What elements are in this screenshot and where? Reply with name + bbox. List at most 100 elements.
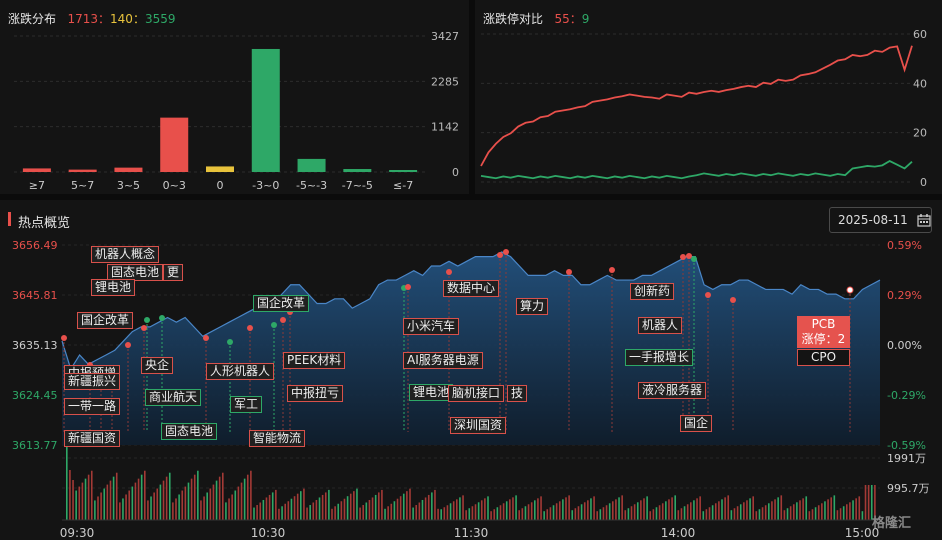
tag-dot <box>159 315 165 321</box>
tag-dot <box>141 325 147 331</box>
volume-bar <box>690 502 692 520</box>
tag-dot <box>846 286 854 294</box>
volume-bar <box>718 501 720 520</box>
concept-tag[interactable]: 央企 <box>141 357 174 374</box>
volume-bar <box>562 499 564 520</box>
volume-bar <box>786 508 789 520</box>
concept-tag[interactable]: 商业航天 <box>145 389 202 406</box>
volume-bar <box>206 492 208 520</box>
concept-tag[interactable]: 国企改革 <box>77 312 134 329</box>
bar <box>343 169 372 172</box>
concept-tag[interactable]: PEEK材料 <box>283 352 346 369</box>
cpo-tag[interactable]: CPO <box>797 349 850 366</box>
volume-bar <box>378 492 380 520</box>
volume-bar <box>399 496 402 520</box>
volume-bar <box>724 497 726 520</box>
concept-tag[interactable]: 固态电池 <box>161 423 218 440</box>
volume-bar <box>852 500 854 520</box>
volume-bar <box>596 511 598 520</box>
concept-tag[interactable]: 一手报增长 <box>625 349 694 366</box>
concept-tag[interactable]: 脑机接口 <box>448 385 505 402</box>
volume-bar <box>708 507 711 520</box>
volume-bar <box>705 509 708 520</box>
concept-tag[interactable]: 数据中心 <box>443 280 500 297</box>
volume-bar <box>764 505 767 520</box>
concept-tag[interactable]: 新疆国资 <box>64 430 121 447</box>
volume-bar <box>187 482 190 520</box>
limit-panel: 涨跌停对比 55：9 60 40 20 0 <box>475 0 942 194</box>
volume-bar <box>830 497 832 520</box>
concept-tag[interactable]: 新疆振兴 <box>64 373 121 390</box>
volume-bar <box>340 501 343 520</box>
volume-bar <box>431 492 433 520</box>
tag-dot <box>680 254 686 260</box>
concept-tag[interactable]: 创新药 <box>630 283 675 300</box>
volume-bar <box>683 506 686 520</box>
volume-bar <box>612 501 614 520</box>
volume-bar <box>290 498 293 520</box>
concept-tag[interactable]: 军工 <box>230 396 263 413</box>
volume-bar <box>72 480 74 520</box>
volume-bar <box>583 502 586 520</box>
volume-bar <box>337 503 340 520</box>
tag-dot <box>280 317 286 323</box>
concept-tag[interactable]: 一带一路 <box>64 398 121 415</box>
volume-bar <box>761 507 764 520</box>
volume-bar <box>527 504 530 520</box>
volume-bar <box>824 501 826 520</box>
concept-tag[interactable]: 小米汽车 <box>403 318 460 335</box>
volume-bar <box>381 489 383 520</box>
concept-tag[interactable]: 液冷服务器 <box>638 382 707 399</box>
volume-bar <box>315 499 318 520</box>
bar <box>160 117 189 172</box>
bar <box>22 168 51 172</box>
volume-bar <box>303 488 305 520</box>
volume-bar <box>789 506 792 520</box>
concept-tag[interactable]: 国企 <box>680 415 713 432</box>
concept-tag[interactable]: 锂电池 <box>409 384 454 401</box>
volume-bar <box>849 502 851 520</box>
volume-bar <box>359 507 361 520</box>
concept-tag[interactable]: 国企改革 <box>253 295 310 312</box>
volume-bar <box>228 498 230 520</box>
concept-tag[interactable]: 人形机器人 <box>206 363 275 380</box>
concept-tag[interactable]: 机器人 <box>638 317 683 334</box>
concept-tag[interactable]: 算力 <box>516 298 549 315</box>
volume-bar <box>112 476 115 520</box>
volume-bar <box>602 507 605 520</box>
concept-tag[interactable]: 锂电池 <box>91 279 136 296</box>
volume-bar <box>349 493 352 520</box>
volume-bar <box>855 498 857 520</box>
concept-tag[interactable]: 更 <box>163 264 184 281</box>
volume-bar <box>115 472 118 520</box>
tag-dot <box>405 284 411 290</box>
x-tick-label: 10:30 <box>251 526 286 540</box>
volume-bar <box>499 505 502 520</box>
volume-bar <box>122 498 124 520</box>
volume-bar <box>593 496 595 520</box>
concept-tag[interactable]: 中报扭亏 <box>287 385 344 402</box>
concept-tag[interactable]: 深圳国资 <box>450 417 507 434</box>
volume-bar <box>771 501 773 520</box>
concept-tag[interactable]: AI服务器电源 <box>403 352 483 369</box>
volume-bar <box>699 496 701 520</box>
volume-bar <box>590 498 592 520</box>
concept-tag[interactable]: 技 <box>507 385 528 402</box>
tag-dot <box>609 267 615 273</box>
volume-bar <box>821 503 823 520</box>
volume-bar <box>686 504 689 520</box>
volume-bar <box>743 502 745 520</box>
pcb-tooltip[interactable]: PCB 涨停：2 <box>797 316 850 348</box>
concept-tag[interactable]: 机器人概念 <box>91 246 160 263</box>
volume-bar <box>197 470 199 520</box>
volume-bar <box>343 498 346 520</box>
volume-bar <box>246 474 249 520</box>
volume-bar <box>755 511 758 520</box>
volume-bar <box>321 494 324 520</box>
volume-bar <box>580 504 583 520</box>
volume-bar <box>240 482 243 520</box>
x-tick-label: -3~0 <box>252 179 279 192</box>
volume-bar <box>331 508 333 520</box>
concept-tag[interactable]: 智能物流 <box>249 430 306 447</box>
volume-bar <box>693 500 695 520</box>
